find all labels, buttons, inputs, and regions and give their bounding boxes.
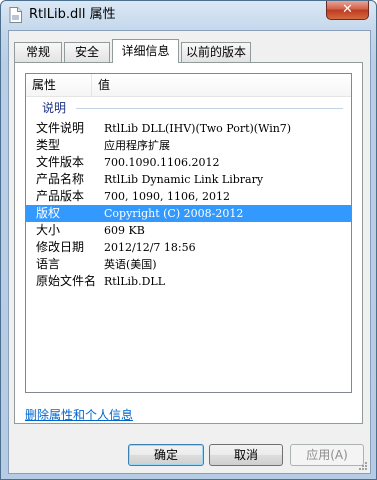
- property-value: 英语(美国): [104, 258, 157, 271]
- column-header-value[interactable]: 值: [92, 74, 332, 96]
- list-row[interactable]: 文件版本 700.1090.1106.2012: [26, 154, 351, 171]
- tab-previous-versions[interactable]: 以前的版本: [181, 42, 251, 62]
- property-value: RtlLib.DLL: [104, 275, 166, 288]
- group-divider: [76, 108, 343, 109]
- property-value: 700.1090.1106.2012: [104, 156, 220, 169]
- property-name: 原始文件名: [36, 274, 97, 288]
- property-name: 修改日期: [36, 240, 85, 254]
- close-icon: ✕: [342, 2, 353, 17]
- list-row-selected[interactable]: 版权 Copyright (C) 2008-2012: [26, 205, 351, 222]
- list-row[interactable]: 原始文件名 RtlLib.DLL: [26, 273, 351, 290]
- dialog-body: 常规 安全 详细信息 以前的版本 属性 值 说明 文件说明 RtlLib DLL…: [8, 30, 371, 474]
- property-value: Copyright (C) 2008-2012: [104, 207, 244, 220]
- property-name: 类型: [36, 138, 61, 152]
- group-label: 说明: [42, 101, 67, 115]
- property-name: 产品名称: [36, 172, 85, 186]
- window-title: RtlLib.dll 属性: [29, 7, 116, 22]
- property-name: 版权: [36, 206, 61, 220]
- list-header: 属性 值: [26, 74, 351, 97]
- group-header: 说明: [26, 98, 351, 118]
- property-value: 应用程序扩展: [104, 139, 170, 152]
- details-list[interactable]: 属性 值 说明 文件说明 RtlLib DLL(IHV)(Two Port)(W…: [25, 73, 352, 393]
- close-button[interactable]: ✕: [326, 1, 369, 20]
- tab-general[interactable]: 常规: [14, 42, 62, 62]
- list-row[interactable]: 类型 应用程序扩展: [26, 137, 351, 154]
- ok-button[interactable]: 确定: [128, 444, 204, 466]
- properties-window: RtlLib.dll 属性 ✕ 常规 安全 详细信息 以前的版本 属性 值 说明…: [0, 0, 377, 480]
- list-row[interactable]: 产品版本 700, 1090, 1106, 2012: [26, 188, 351, 205]
- property-value: 700, 1090, 1106, 2012: [104, 190, 230, 203]
- property-name: 大小: [36, 223, 61, 237]
- resize-grip-icon[interactable]: [356, 459, 368, 471]
- title-bar[interactable]: RtlLib.dll 属性 ✕: [1, 1, 376, 29]
- property-value: 2012/12/7 18:56: [104, 241, 196, 254]
- list-row[interactable]: 修改日期 2012/12/7 18:56: [26, 239, 351, 256]
- property-name: 文件版本: [36, 155, 85, 169]
- cancel-button[interactable]: 取消: [209, 444, 283, 466]
- property-name: 文件说明: [36, 121, 85, 135]
- column-header-property[interactable]: 属性: [26, 74, 92, 96]
- list-row[interactable]: 文件说明 RtlLib DLL(IHV)(Two Port)(Win7): [26, 120, 351, 137]
- apply-button[interactable]: 应用(A): [290, 444, 364, 466]
- property-value: 609 KB: [104, 224, 145, 237]
- list-row[interactable]: 大小 609 KB: [26, 222, 351, 239]
- details-panel: 属性 值 说明 文件说明 RtlLib DLL(IHV)(Two Port)(W…: [14, 62, 363, 424]
- property-name: 产品版本: [36, 189, 85, 203]
- property-name: 语言: [36, 257, 61, 271]
- remove-properties-link[interactable]: 删除属性和个人信息: [25, 407, 133, 423]
- tab-details[interactable]: 详细信息: [112, 39, 179, 63]
- property-value: RtlLib Dynamic Link Library: [104, 173, 264, 186]
- property-value: RtlLib DLL(IHV)(Two Port)(Win7): [104, 122, 292, 135]
- list-row[interactable]: 语言 英语(美国): [26, 256, 351, 273]
- tab-security[interactable]: 安全: [64, 42, 110, 62]
- tab-bar: 常规 安全 详细信息 以前的版本: [14, 39, 364, 63]
- list-row[interactable]: 产品名称 RtlLib Dynamic Link Library: [26, 171, 351, 188]
- file-icon: [9, 7, 22, 23]
